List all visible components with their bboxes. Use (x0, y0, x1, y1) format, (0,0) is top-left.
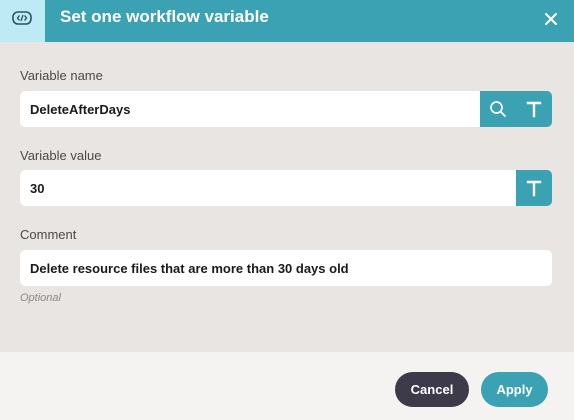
cancel-button[interactable]: Cancel (395, 372, 469, 407)
variable-value-text-button[interactable] (516, 170, 552, 206)
close-button[interactable] (542, 10, 560, 28)
variable-value-field-box (20, 170, 552, 206)
set-workflow-variable-dialog: Set one workflow variable Variable name (0, 0, 574, 420)
comment-field-box (20, 250, 552, 286)
variable-value-label: Variable value (20, 148, 102, 163)
search-icon[interactable] (489, 100, 507, 118)
dialog-header: Set one workflow variable (0, 0, 574, 42)
dialog-footer: Cancel Apply (0, 352, 574, 420)
variable-value-buttons (516, 170, 552, 206)
comment-input[interactable] (20, 250, 552, 286)
text-type-icon[interactable] (525, 100, 543, 118)
header-icon-box (0, 0, 45, 42)
variable-name-buttons (480, 91, 552, 127)
variable-name-input[interactable] (20, 91, 480, 127)
variable-icon (12, 11, 32, 25)
text-type-icon[interactable] (525, 179, 543, 197)
variable-name-text-button[interactable] (516, 91, 552, 127)
variable-name-label: Variable name (20, 68, 103, 83)
comment-optional-hint: Optional (20, 292, 61, 304)
variable-name-field-box (20, 91, 552, 127)
dialog-title: Set one workflow variable (60, 7, 269, 26)
variable-value-input[interactable] (20, 170, 516, 206)
apply-button[interactable]: Apply (481, 372, 548, 407)
comment-label: Comment (20, 227, 77, 242)
search-variable-button[interactable] (480, 91, 516, 127)
close-icon[interactable] (542, 10, 560, 28)
